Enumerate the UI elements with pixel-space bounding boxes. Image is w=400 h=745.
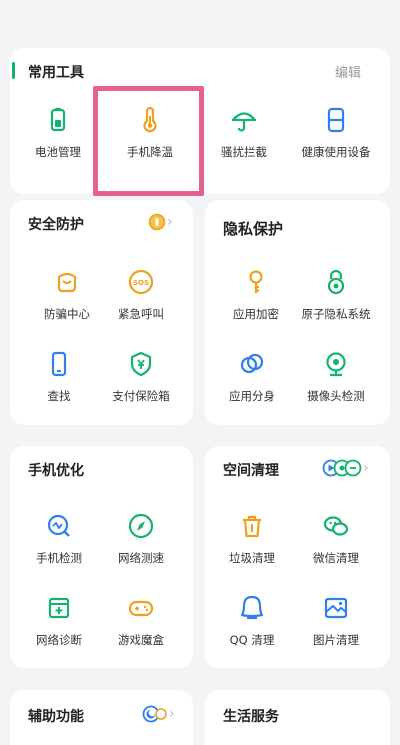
atom-lock-icon — [327, 269, 345, 295]
image-icon — [324, 597, 348, 619]
section-accent-bar — [12, 62, 15, 79]
tool-qq-clean[interactable]: QQ 清理 — [204, 594, 300, 648]
tool-label: 电池管理 — [35, 145, 81, 159]
security-badge-icon — [148, 213, 166, 231]
cleanup-badge-icon — [322, 459, 362, 477]
umbrella-icon — [231, 112, 257, 132]
tool-label: 健康使用设备 — [301, 145, 371, 159]
tool-label: 支付保险箱 — [112, 389, 170, 403]
tool-harass-block[interactable]: 骚扰拦截 — [196, 106, 292, 160]
assist-badge-icon — [142, 705, 167, 723]
anti-fraud-icon — [57, 272, 77, 293]
chevron-right-icon: › — [363, 460, 369, 476]
tool-game-box[interactable]: 游戏魔盒 — [93, 594, 189, 648]
find-phone-icon — [51, 351, 67, 377]
tool-label: 垃圾清理 — [229, 551, 275, 565]
tool-junk-clean[interactable]: 垃圾清理 — [204, 512, 300, 566]
tool-label: 紧急呼叫 — [118, 307, 164, 321]
phone-scan-icon — [47, 514, 70, 537]
tool-speed-test[interactable]: 网络测速 — [93, 512, 189, 566]
highlight-box — [93, 86, 204, 196]
assist-title: 辅助功能 — [28, 709, 84, 725]
tool-payment-safe[interactable]: 支付保险箱 — [93, 350, 189, 404]
tool-image-clean[interactable]: 图片清理 — [288, 594, 384, 648]
svg-text:SOS: SOS — [133, 279, 149, 287]
trash-icon — [243, 515, 261, 538]
tool-label: 应用分身 — [229, 389, 275, 403]
cleanup-badge[interactable]: › — [322, 459, 369, 477]
gamepad-icon — [128, 600, 154, 617]
tool-emergency-call[interactable]: SOS 紧急呼叫 — [93, 268, 189, 322]
life-title: 生活服务 — [223, 709, 279, 725]
sos-icon: SOS — [128, 269, 154, 295]
tool-atom-privacy[interactable]: 原子隐私系统 — [288, 268, 384, 322]
tool-wechat-clean[interactable]: 微信清理 — [288, 512, 384, 566]
battery-icon — [50, 108, 66, 132]
tool-label: 游戏魔盒 — [118, 633, 164, 647]
security-badge[interactable]: › — [148, 213, 173, 231]
security-title: 安全防护 — [28, 217, 84, 233]
tool-battery[interactable]: 电池管理 — [10, 106, 106, 160]
qq-icon — [240, 595, 264, 620]
network-diagnose-icon — [48, 597, 70, 619]
tool-camera-detect[interactable]: 摄像头检测 — [288, 350, 384, 404]
tool-label: 微信清理 — [313, 551, 359, 565]
tool-app-clone[interactable]: 应用分身 — [204, 350, 300, 404]
edit-button[interactable]: 编辑 — [335, 62, 361, 81]
privacy-title: 隐私保护 — [223, 220, 284, 238]
wechat-icon — [323, 516, 349, 536]
common-tools-title: 常用工具 — [28, 65, 84, 81]
hourglass-icon — [327, 107, 345, 133]
tool-healthy-use[interactable]: 健康使用设备 — [288, 106, 384, 160]
cleanup-title: 空间清理 — [223, 463, 279, 479]
compass-icon — [128, 513, 154, 539]
chevron-right-icon: › — [167, 214, 173, 230]
key-icon — [249, 270, 263, 293]
app-clone-icon — [240, 353, 264, 374]
tool-label: QQ 清理 — [229, 633, 275, 647]
camera-detect-icon — [326, 352, 346, 377]
payment-shield-icon — [130, 351, 152, 377]
chevron-right-icon: › — [169, 706, 175, 722]
tool-label: 原子隐私系统 — [301, 307, 371, 321]
tool-label: 网络测速 — [118, 551, 164, 565]
tool-label: 骚扰拦截 — [221, 145, 267, 159]
assist-badge[interactable]: › — [142, 705, 175, 723]
tool-label: 图片清理 — [313, 633, 359, 647]
optimization-title: 手机优化 — [28, 463, 84, 479]
tool-label: 摄像头检测 — [307, 389, 365, 403]
